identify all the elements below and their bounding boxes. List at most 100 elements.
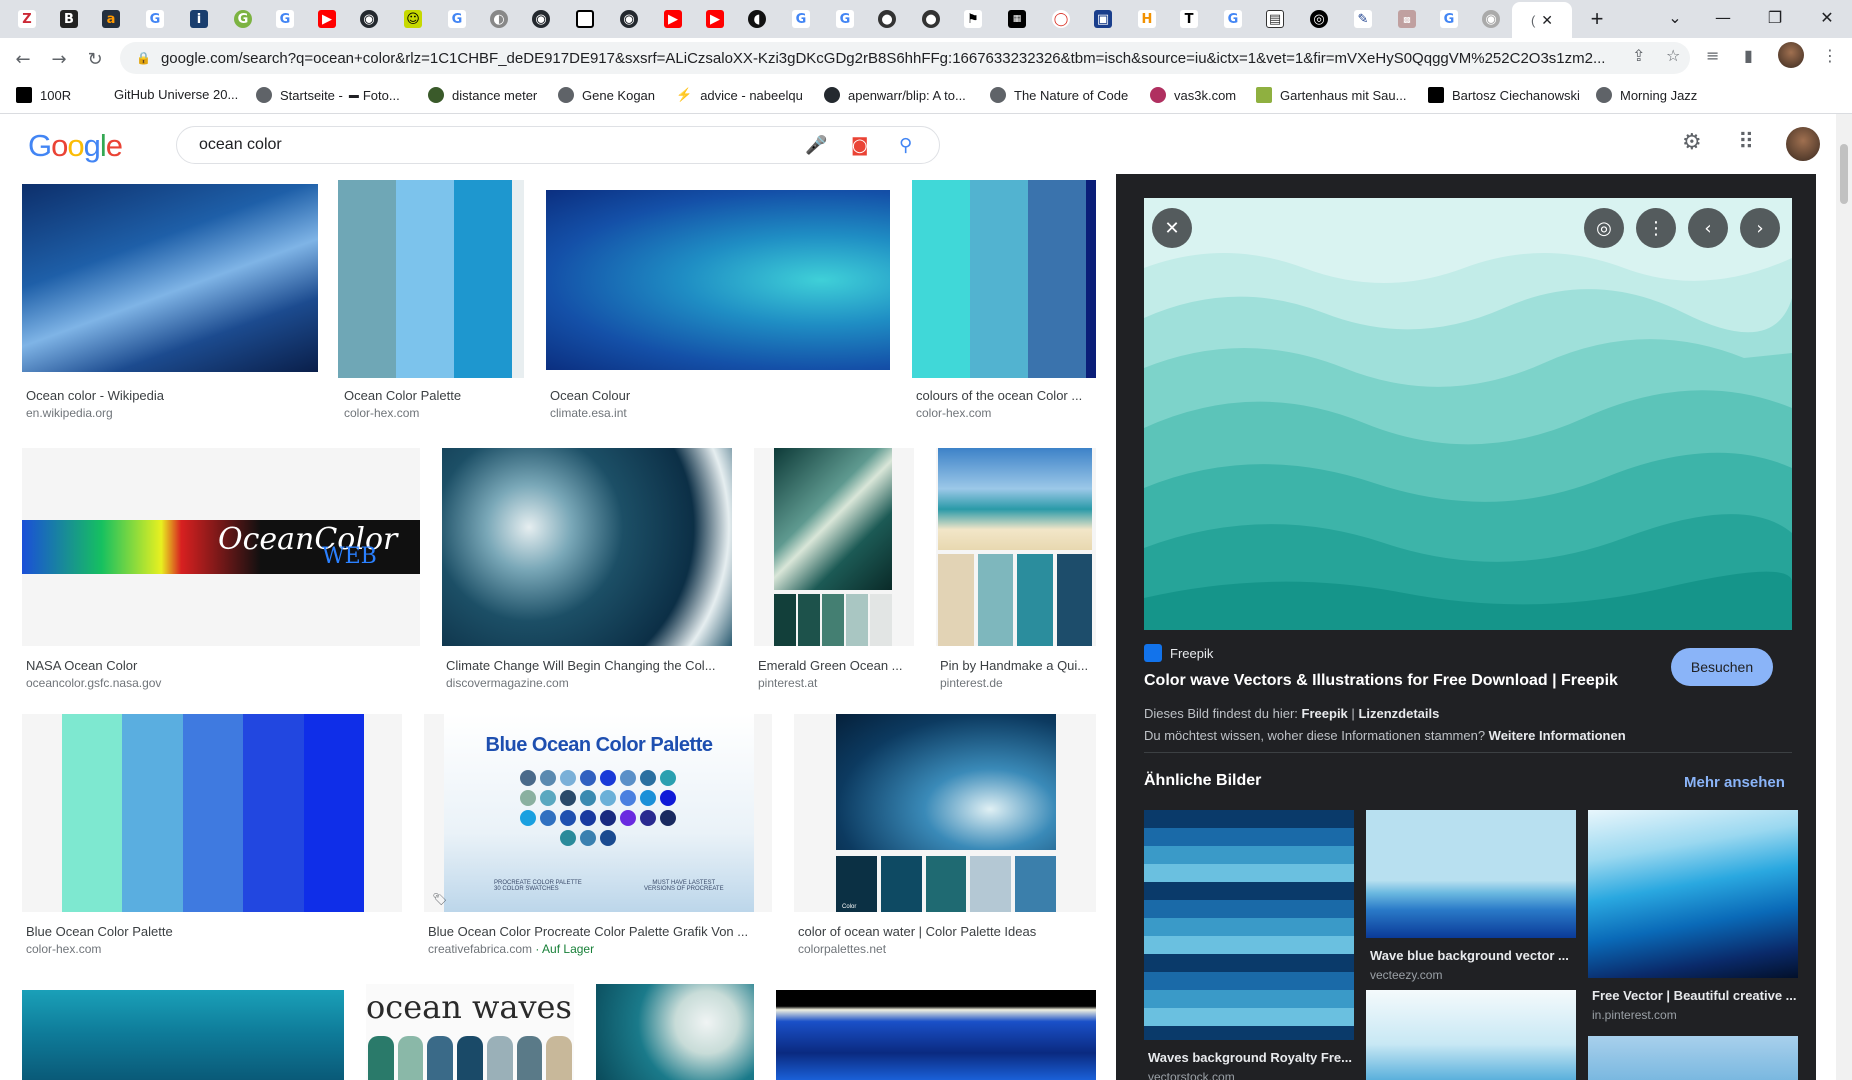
result-card[interactable]: Ocean color - Wikipedia en.wikipedia.org <box>22 184 318 420</box>
google-logo[interactable]: Google <box>28 128 123 164</box>
visit-button[interactable]: Besuchen <box>1671 648 1773 686</box>
result-source[interactable]: color-hex.com <box>26 942 101 956</box>
result-image[interactable] <box>546 190 890 370</box>
similar-source[interactable]: vectorstock.com <box>1148 1070 1235 1080</box>
bookmark-item[interactable]: Bartosz Ciechanowski <box>1428 87 1580 103</box>
tab-b[interactable]: B <box>48 4 90 34</box>
apps-grid-icon[interactable]: ⠿ <box>1738 130 1754 155</box>
tab-google-3[interactable]: G <box>436 4 478 34</box>
tab-globe-1[interactable]: ◐ <box>478 4 520 34</box>
bookmark-item[interactable]: vas3k.com <box>1150 87 1236 103</box>
result-image[interactable] <box>338 180 524 378</box>
result-source[interactable]: colorpalettes.net <box>798 942 886 956</box>
tab-flag[interactable]: ⚑ <box>952 4 994 34</box>
result-source[interactable]: color-hex.com <box>344 406 419 420</box>
reading-list-icon[interactable]: ≡ <box>1706 46 1719 65</box>
bookmark-item[interactable]: Gene Kogan <box>558 87 655 103</box>
similar-image[interactable] <box>1588 810 1798 978</box>
result-card[interactable]: colours of the ocean Color ... color-hex… <box>912 180 1096 420</box>
tab-red-circle[interactable]: ◯ <box>1040 4 1082 34</box>
reload-button[interactable]: ↻ <box>82 46 108 72</box>
result-title[interactable]: color of ocean water | Color Palette Ide… <box>798 924 1094 939</box>
bookmark-item[interactable]: 100R <box>16 87 71 103</box>
profile-avatar[interactable] <box>1778 42 1804 68</box>
preview-title[interactable]: Color wave Vectors & Illustrations for F… <box>1144 672 1618 690</box>
new-tab-button[interactable]: + <box>1576 4 1618 34</box>
similar-image-card[interactable]: Waves background Royalty Fre... vectorst… <box>1144 810 1354 1080</box>
result-card[interactable]: Climate Change Will Begin Changing the C… <box>442 448 732 690</box>
tab-window[interactable]: ▣ <box>1082 4 1124 34</box>
bookmark-item[interactable]: Startseite - ▬ Foto... <box>256 87 400 103</box>
tab-active[interactable]: ( ✕ <box>1512 2 1572 38</box>
tab-google-5[interactable]: G <box>824 4 866 34</box>
similar-image[interactable] <box>1588 1036 1798 1080</box>
page-scrollbar[interactable] <box>1836 114 1852 1080</box>
tab-green-g[interactable]: G <box>222 4 264 34</box>
result-card[interactable]: OceanColor WEB NASA Ocean Color oceancol… <box>22 448 420 690</box>
tab-qr[interactable]: ▦ <box>996 4 1038 34</box>
tab-dot-1[interactable]: ● <box>866 4 908 34</box>
tab-square[interactable] <box>564 4 606 34</box>
result-image[interactable] <box>776 990 1096 1080</box>
tab-dot-2[interactable]: ● <box>910 4 952 34</box>
result-card[interactable]: ocean waves <box>366 984 574 1080</box>
bookmark-item[interactable]: distance meter <box>428 87 537 103</box>
result-image[interactable] <box>912 180 1096 378</box>
tab-youtube-2[interactable]: ▶ <box>652 4 694 34</box>
tab-youtube-1[interactable]: ▶ <box>306 4 348 34</box>
similar-title[interactable]: Waves background Royalty Fre... <box>1148 1050 1358 1065</box>
result-image[interactable]: OceanColor WEB <box>22 448 420 646</box>
result-card[interactable]: Color color of ocean water | Color Palet… <box>794 714 1096 956</box>
result-card[interactable]: Emerald Green Ocean ... pinterest.at <box>754 448 914 690</box>
see-more-link[interactable]: Mehr ansehen <box>1684 774 1785 791</box>
tab-smiley[interactable]: ☺ <box>392 4 434 34</box>
camera-search-icon[interactable]: ◙ <box>851 135 868 156</box>
share-icon[interactable]: ⇪ <box>1632 46 1645 65</box>
close-window-button[interactable]: ✕ <box>1804 0 1850 34</box>
tab-doc[interactable]: ▤ <box>1254 4 1296 34</box>
result-image[interactable] <box>936 448 1096 646</box>
bookmark-item[interactable]: GitHub Universe 20... <box>114 87 238 102</box>
result-source[interactable]: discovermagazine.com <box>446 676 569 690</box>
tab-amazon[interactable]: a <box>90 4 132 34</box>
tab-google-6[interactable]: G <box>1212 4 1254 34</box>
minimize-button[interactable]: — <box>1700 0 1746 34</box>
result-source[interactable]: en.wikipedia.org <box>26 406 113 420</box>
preview-image[interactable] <box>1144 198 1793 630</box>
bookmark-item[interactable]: Gartenhaus mit Sau... <box>1256 87 1406 103</box>
forward-button[interactable]: → <box>46 46 72 72</box>
bookmark-item[interactable]: apenwarr/blip: A to... <box>824 87 966 103</box>
similar-title[interactable]: Wave blue background vector ... <box>1370 948 1580 963</box>
lens-search-button[interactable]: ◎ <box>1584 208 1624 248</box>
side-panel-icon[interactable]: ▮ <box>1744 46 1753 65</box>
result-image[interactable]: Blue Ocean Color Palette PROCREATE COLOR… <box>424 714 772 912</box>
previous-image-button[interactable]: ‹ <box>1688 208 1728 248</box>
result-image[interactable] <box>754 448 914 646</box>
maximize-button[interactable]: ❐ <box>1752 0 1798 34</box>
result-title[interactable]: Emerald Green Ocean ... <box>758 658 912 673</box>
result-source[interactable]: creativefabrica.com · Auf Lager <box>428 942 594 956</box>
similar-source[interactable]: vecteezy.com <box>1370 968 1442 982</box>
result-title[interactable]: Ocean Color Palette <box>344 388 524 403</box>
similar-image[interactable] <box>1366 990 1576 1080</box>
result-title[interactable]: NASA Ocean Color <box>26 658 416 673</box>
tab-google-4[interactable]: G <box>780 4 822 34</box>
tab-google-2[interactable]: G <box>264 4 306 34</box>
tab-google-7[interactable]: G <box>1428 4 1470 34</box>
similar-image[interactable] <box>1144 810 1354 1040</box>
preview-source[interactable]: Freepik <box>1144 644 1213 662</box>
search-input[interactable]: ocean color 🎤 ◙ ⚲ <box>176 126 940 164</box>
result-source[interactable]: climate.esa.int <box>550 406 627 420</box>
microphone-icon[interactable]: 🎤 <box>805 135 827 156</box>
result-title[interactable]: Climate Change Will Begin Changing the C… <box>446 658 730 673</box>
back-button[interactable]: ← <box>10 46 36 72</box>
tab-github-2[interactable]: ◉ <box>520 4 562 34</box>
result-card[interactable]: Ocean Colour climate.esa.int <box>546 190 890 420</box>
result-title[interactable]: Blue Ocean Color Procreate Color Palette… <box>428 924 768 939</box>
result-image[interactable]: Color <box>794 714 1096 912</box>
more-options-button[interactable]: ⋮ <box>1636 208 1676 248</box>
result-card[interactable]: Pin by Handmake a Qui... pinterest.de <box>936 448 1096 690</box>
similar-source[interactable]: in.pinterest.com <box>1592 1008 1677 1022</box>
result-image[interactable] <box>596 984 754 1080</box>
bookmark-item[interactable]: Morning Jazz <box>1596 87 1697 103</box>
